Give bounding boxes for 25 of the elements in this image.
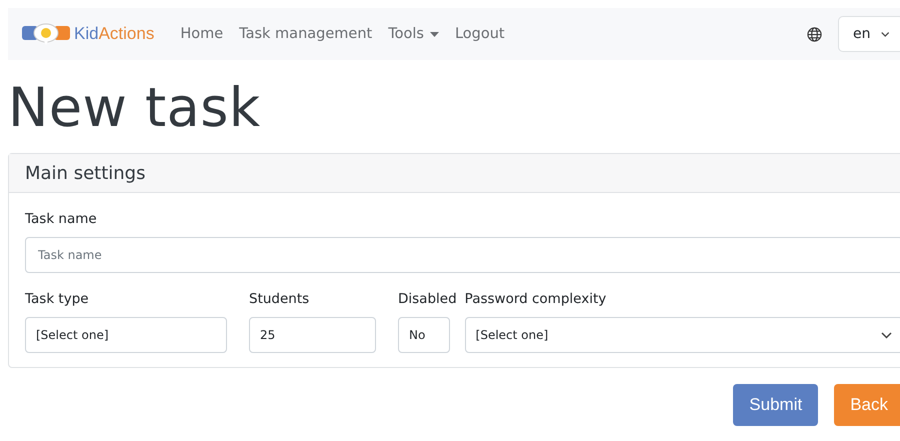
field-label: Students [249, 291, 310, 308]
select-field[interactable]: [Select one] [464, 317, 900, 354]
chevron-down-icon [880, 30, 889, 38]
caret-icon [430, 32, 439, 36]
page-title: New task [8, 78, 262, 138]
card-title: Main settings [9, 154, 900, 194]
globe-icon[interactable] [807, 26, 822, 42]
nav-link[interactable]: Home [180, 26, 224, 42]
input-field[interactable]: No [398, 317, 450, 354]
input-field[interactable]: 25 [249, 317, 376, 354]
field-label: Task name [25, 211, 98, 228]
field-label: Password complexity [464, 291, 608, 308]
nav-link[interactable]: Task management [239, 26, 372, 42]
field-label: Disabled [398, 291, 457, 308]
submit-button[interactable]: Submit [733, 384, 818, 426]
task-name-field[interactable]: Task name [25, 237, 900, 274]
input-field[interactable]: [Select one] [25, 317, 227, 354]
back-button[interactable]: Back [834, 384, 900, 426]
nav-link[interactable]: Logout [454, 26, 505, 42]
chevron-down-icon [881, 332, 892, 339]
logo-icon [20, 22, 72, 46]
language-select[interactable]: en [838, 16, 900, 52]
logo-text[interactable]: KidActions [74, 24, 154, 44]
nav-link[interactable]: Tools [388, 26, 439, 42]
field-label: Task type [25, 291, 90, 308]
